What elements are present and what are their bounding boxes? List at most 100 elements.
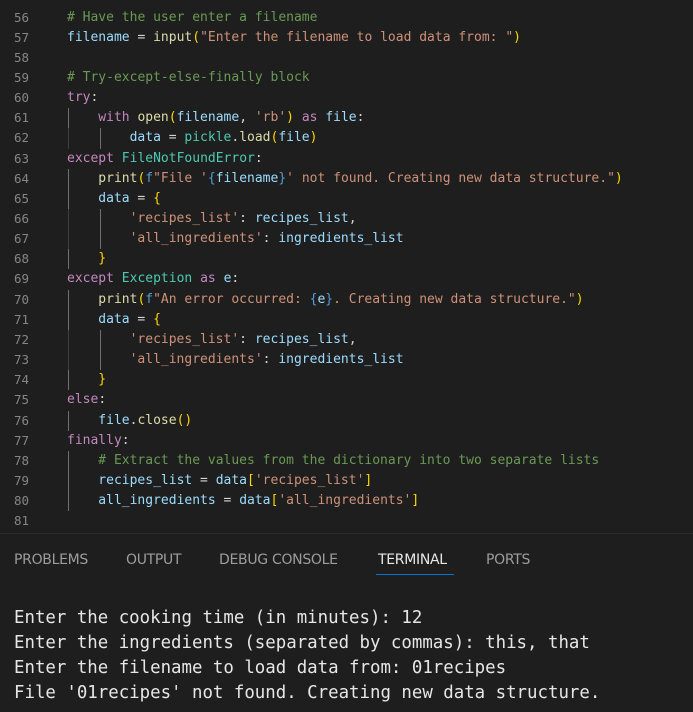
line-number: 61: [13, 110, 29, 126]
terminal-output[interactable]: Enter the cooking time (in minutes): 12 …: [0, 584, 693, 712]
code-token: pickle: [184, 130, 232, 146]
code-token: :: [90, 90, 99, 106]
code-token: (: [192, 29, 201, 45]
code-token: ingredients_list: [278, 231, 404, 247]
code-line[interactable]: 66 'recipes_list': recipes_list,: [0, 209, 693, 230]
code-line[interactable]: 75 else:: [0, 390, 693, 410]
code-line[interactable]: 80 all_ingredients = data['all_ingredient…: [0, 491, 693, 512]
code-line[interactable]: 70 print(f"An error occurred: {e}. Creati…: [0, 289, 693, 310]
code-token: data: [98, 190, 130, 206]
code-token: (): [176, 412, 193, 428]
code-token: ,: [348, 331, 357, 347]
tab-output[interactable]: OUTPUT: [126, 550, 182, 570]
code-token: ): [513, 29, 521, 45]
code-text: print(f"File '{filename}' not found. Cre…: [98, 169, 622, 189]
code-line[interactable]: 56 # Have the user enter a filename: [0, 8, 693, 28]
terminal-line: File '01recipes' not found. Creating new…: [14, 683, 601, 703]
code-line[interactable]: 73 'all_ingredients': ingredients_list: [0, 350, 693, 371]
code-text: # Try-except-else-finally block: [67, 68, 310, 88]
code-text: try:: [67, 88, 98, 108]
code-text: filename = input("Enter the filename to …: [67, 28, 521, 48]
code-token: :: [121, 432, 130, 448]
code-line[interactable]: 71 data = {: [0, 309, 693, 330]
code-token: "An error occurred:: [153, 291, 310, 307]
code-token: 'rb': [254, 110, 287, 126]
tab-problems[interactable]: PROBLEMS: [14, 550, 88, 570]
code-line[interactable]: 62 data = pickle.load(file): [0, 128, 693, 149]
line-number: 57: [13, 29, 29, 45]
code-token: ): [575, 291, 584, 307]
code-text: data = pickle.load(file): [130, 128, 318, 148]
indent-guide: [68, 249, 69, 270]
line-number: 66: [13, 211, 29, 226]
code-token: ,: [348, 211, 357, 226]
code-line[interactable]: 74}: [0, 370, 693, 391]
vscode-window: 56 # Have the user enter a filename 57 file…: [0, 0, 693, 712]
code-token: }: [98, 372, 107, 388]
code-token: file: [278, 130, 310, 146]
code-token: "File ': [153, 170, 208, 186]
code-editor[interactable]: 56 # Have the user enter a filename 57 file…: [0, 0, 693, 533]
code-line[interactable]: 77 finally:: [0, 431, 693, 451]
code-token: }: [278, 170, 287, 186]
code-line[interactable]: 63 except FileNotFoundError:: [0, 149, 693, 169]
code-line[interactable]: 68}: [0, 249, 693, 270]
line-number: 75: [13, 392, 29, 408]
line-number: 72: [13, 331, 29, 347]
code-line[interactable]: 59 # Try-except-else-finally block: [0, 68, 693, 88]
code-token: file: [325, 110, 357, 126]
code-token: {: [207, 170, 216, 186]
code-line[interactable]: 76 file.close(): [0, 410, 693, 431]
code-token: :: [239, 211, 255, 226]
code-token: =: [129, 29, 154, 45]
line-number: 62: [13, 130, 29, 146]
code-line[interactable]: 61 with open(filename, 'rb') as file:: [0, 108, 693, 129]
tab-debug-console[interactable]: DEBUG CONSOLE: [219, 550, 338, 570]
indent-guide: [68, 168, 69, 189]
line-number: 77: [13, 432, 29, 448]
code-token: with: [98, 110, 138, 126]
terminal-line: Enter the cooking time (in minutes): 12: [14, 608, 423, 628]
tab-ports[interactable]: PORTS: [486, 550, 530, 570]
code-token: input: [153, 29, 193, 45]
code-line[interactable]: 79 recipes_list = data['recipes_list']: [0, 470, 693, 492]
code-token: {: [153, 190, 161, 206]
code-line[interactable]: 60 try:: [0, 88, 693, 108]
code-token: print: [98, 170, 138, 186]
code-line[interactable]: 58: [0, 48, 693, 68]
terminal-line: Enter the filename to load data from: 01…: [14, 658, 507, 678]
code-text: except Exception as e:: [67, 269, 239, 289]
code-line[interactable]: 81: [0, 511, 693, 531]
line-number: 60: [13, 90, 29, 106]
code-token: (: [168, 110, 177, 126]
code-text: all_ingredients = data['all_ingredients'…: [98, 491, 419, 511]
code-line[interactable]: 78 # Extract the values from the dictiona…: [0, 450, 693, 471]
code-token: [: [247, 472, 255, 488]
code-text: }: [98, 249, 106, 269]
code-token: =: [129, 311, 154, 327]
code-line[interactable]: 72 'recipes_list': recipes_list,: [0, 329, 693, 351]
code-token: =: [129, 190, 154, 206]
indent-guide: [68, 188, 69, 209]
line-number: 78: [13, 452, 29, 468]
line-number: 81: [13, 513, 29, 529]
code-token: :: [239, 331, 255, 347]
indent-guide: [68, 491, 69, 512]
code-token: file: [98, 412, 130, 428]
code-token: else: [67, 392, 99, 408]
code-line[interactable]: 65 data = {: [0, 188, 693, 209]
code-token: }: [325, 291, 334, 307]
code-line[interactable]: 69 except Exception as e:: [0, 269, 693, 289]
tab-terminal[interactable]: TERMINAL: [378, 550, 447, 570]
indent-guide: [100, 128, 101, 149]
code-line[interactable]: 57 filename = input("Enter the filename t…: [0, 28, 693, 48]
code-token: close: [137, 412, 177, 428]
code-token: ]: [364, 472, 373, 488]
line-number: 73: [13, 352, 29, 368]
line-number: 71: [13, 311, 29, 327]
code-line[interactable]: 64 print(f"File '{filename}' not found. C…: [0, 168, 693, 189]
code-token: data: [98, 311, 130, 327]
line-number: 64: [13, 170, 29, 186]
code-line[interactable]: 67 'all_ingredients': ingredients_list: [0, 229, 693, 250]
indent-guide: [100, 329, 101, 351]
